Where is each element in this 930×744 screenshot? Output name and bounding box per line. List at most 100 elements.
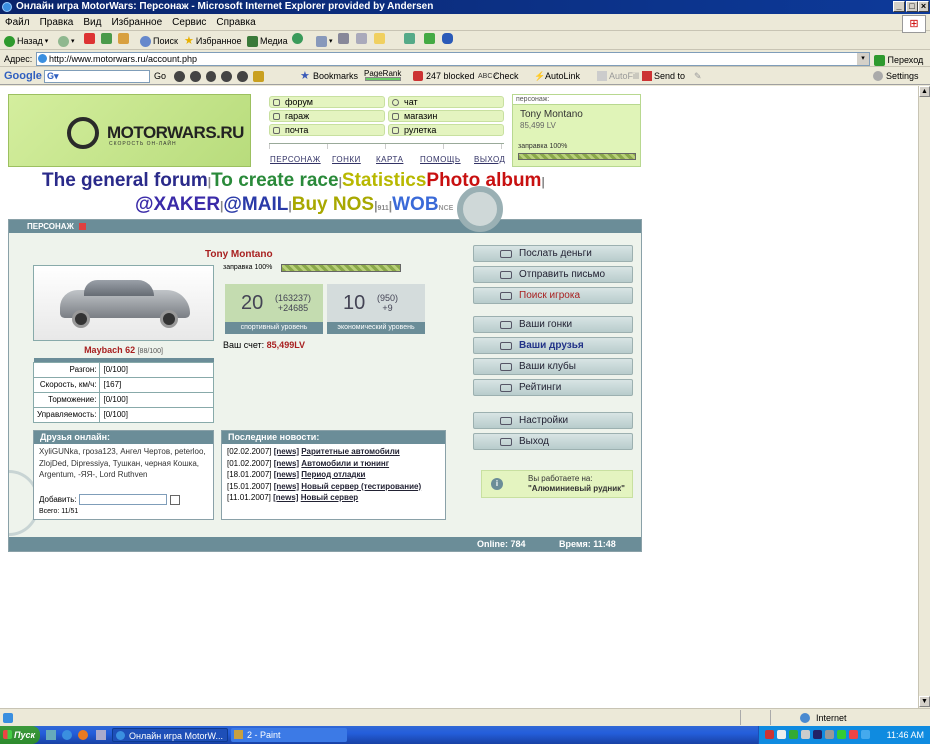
tray-antivirus-icon[interactable] <box>765 730 774 739</box>
send-letter-button[interactable]: Отправить письмо <box>473 266 633 283</box>
news-link[interactable]: Новый сервер (тестирование) <box>301 482 421 491</box>
google-site-icon[interactable] <box>189 71 201 82</box>
menu-favorites[interactable]: Избранное <box>106 15 167 31</box>
news-link[interactable]: Автомобили и тюнинг <box>301 459 389 468</box>
banner-create-race[interactable]: To create race <box>211 170 338 191</box>
vertical-scrollbar[interactable]: ▲ ▼ <box>918 86 930 708</box>
menu-file[interactable]: Файл <box>0 15 35 31</box>
folder-button[interactable] <box>374 33 385 44</box>
news-link[interactable]: Раритетные автомобили <box>301 447 399 456</box>
tray-network-icon[interactable] <box>777 730 786 739</box>
task-ie-window[interactable]: Онлайн игра MotorW... <box>112 728 228 742</box>
banner-wob[interactable]: WOB <box>392 194 438 215</box>
settings-button[interactable]: Настройки <box>473 412 633 429</box>
print-button[interactable] <box>338 33 349 44</box>
sendto-button[interactable]: Send to <box>654 68 685 85</box>
ratings-button[interactable]: Рейтинги <box>473 379 633 396</box>
mail-button[interactable]: ▾ <box>316 33 333 50</box>
character-name[interactable]: Tony Montano <box>520 109 583 120</box>
navlink-exit[interactable]: ВЫХОД <box>474 155 505 164</box>
menu-tools[interactable]: Сервис <box>167 15 211 31</box>
tray-messenger-icon[interactable] <box>789 730 798 739</box>
google-go-button[interactable]: Go <box>154 68 166 85</box>
nav-mail[interactable]: почта <box>269 124 385 136</box>
messenger-button[interactable] <box>404 33 415 44</box>
research-button[interactable] <box>424 33 435 44</box>
your-races-button[interactable]: Ваши гонки <box>473 316 633 333</box>
find-player-button[interactable]: Поиск игрока <box>473 287 633 304</box>
maximize-button[interactable]: □ <box>906 1 918 12</box>
spellcheck-button[interactable]: Check <box>493 68 519 85</box>
your-friends-button[interactable]: Ваши друзья <box>473 337 633 354</box>
news-link[interactable]: Новый сервер <box>301 493 359 502</box>
google-groups-icon[interactable] <box>221 71 233 82</box>
nav-chat[interactable]: чат <box>388 96 504 108</box>
navlink-help[interactable]: ПОМОЩЬ <box>420 155 461 164</box>
news-tag[interactable]: [news] <box>274 459 299 468</box>
news-link[interactable]: Период отладки <box>301 470 365 479</box>
tray-security-icon[interactable] <box>837 730 846 739</box>
banner-buy-nos[interactable]: Buy NOS <box>292 194 374 215</box>
google-more-icon[interactable] <box>253 71 264 82</box>
back-button[interactable]: Назад ▾ <box>4 33 48 50</box>
media-button[interactable]: Медиа <box>247 33 288 50</box>
history-button[interactable] <box>292 33 303 44</box>
autolink-button[interactable]: AutoLink <box>545 68 580 85</box>
quicklaunch-ie-icon[interactable] <box>62 730 72 740</box>
panel-close-icon[interactable] <box>79 223 87 231</box>
address-dropdown-icon[interactable]: ▾ <box>857 53 869 65</box>
tray-app-icon[interactable] <box>861 730 870 739</box>
site-logo-banner[interactable]: MOTORWARS.RU СКОРОСТЬ ОН-ЛАЙН <box>8 94 251 167</box>
banner-911[interactable]: 911 <box>377 205 388 212</box>
google-web-icon[interactable] <box>174 71 185 82</box>
edit-button[interactable] <box>356 33 367 44</box>
navlink-character[interactable]: ПЕРСОНАЖ <box>270 155 321 164</box>
menu-edit[interactable]: Правка <box>35 15 79 31</box>
popup-blocked-count[interactable]: 247 blocked <box>426 68 475 85</box>
highlight-icon[interactable]: ✎ <box>694 68 702 85</box>
stop-button[interactable] <box>84 33 95 44</box>
scroll-up-icon[interactable]: ▲ <box>919 86 930 97</box>
tray-update-icon[interactable] <box>849 730 858 739</box>
refresh-button[interactable] <box>101 33 112 44</box>
banner-statistics[interactable]: Statistics <box>342 170 426 191</box>
banner-xaker[interactable]: @XAKER <box>135 194 220 215</box>
search-button[interactable]: Поиск <box>140 33 178 50</box>
tray-usb-icon[interactable] <box>825 730 834 739</box>
news-tag[interactable]: [news] <box>274 482 299 491</box>
autofill-button[interactable]: AutoFill <box>609 68 639 85</box>
google-news-icon[interactable] <box>237 71 249 82</box>
add-friend-input[interactable] <box>79 494 167 505</box>
settings-button[interactable]: Settings <box>886 68 919 85</box>
exit-button[interactable]: Выход <box>473 433 633 450</box>
quicklaunch-firefox-icon[interactable] <box>78 730 88 740</box>
nav-garage[interactable]: гараж <box>269 110 385 122</box>
forward-button[interactable]: ▾ <box>58 33 75 50</box>
banner-mail[interactable]: @MAIL <box>223 194 288 215</box>
minimize-button[interactable]: _ <box>893 1 905 12</box>
scroll-down-icon[interactable]: ▼ <box>919 696 930 707</box>
news-tag[interactable]: [news] <box>274 447 299 456</box>
add-friend-checkbox[interactable] <box>170 495 180 505</box>
nav-forum[interactable]: форум <box>269 96 385 108</box>
start-button[interactable]: Пуск <box>0 726 40 744</box>
nav-roulette[interactable]: рулетка <box>388 124 504 136</box>
work-place[interactable]: "Алюминиевый рудник" <box>528 484 625 493</box>
nav-shop[interactable]: магазин <box>388 110 504 122</box>
news-tag[interactable]: [news] <box>273 493 298 502</box>
menu-help[interactable]: Справка <box>211 15 260 31</box>
bookmarks-button[interactable]: Bookmarks <box>313 68 358 85</box>
car-name[interactable]: Maybach 62 <box>84 345 135 355</box>
send-money-button[interactable]: Послать деньги <box>473 245 633 262</box>
quicklaunch-more-icon[interactable] <box>96 730 106 740</box>
favorites-button[interactable]: ★ Избранное <box>184 33 242 50</box>
task-paint-window[interactable]: 2 - Paint <box>231 728 347 742</box>
go-button[interactable]: Переход <box>874 52 923 68</box>
news-tag[interactable]: [news] <box>274 470 299 479</box>
tray-bluetooth-icon[interactable] <box>813 730 822 739</box>
close-button[interactable]: × <box>918 1 929 12</box>
menu-view[interactable]: Вид <box>78 15 106 31</box>
google-images-icon[interactable] <box>205 71 217 82</box>
google-search-input[interactable]: G▾ <box>44 70 150 83</box>
banner-nce[interactable]: NCE <box>439 205 454 212</box>
